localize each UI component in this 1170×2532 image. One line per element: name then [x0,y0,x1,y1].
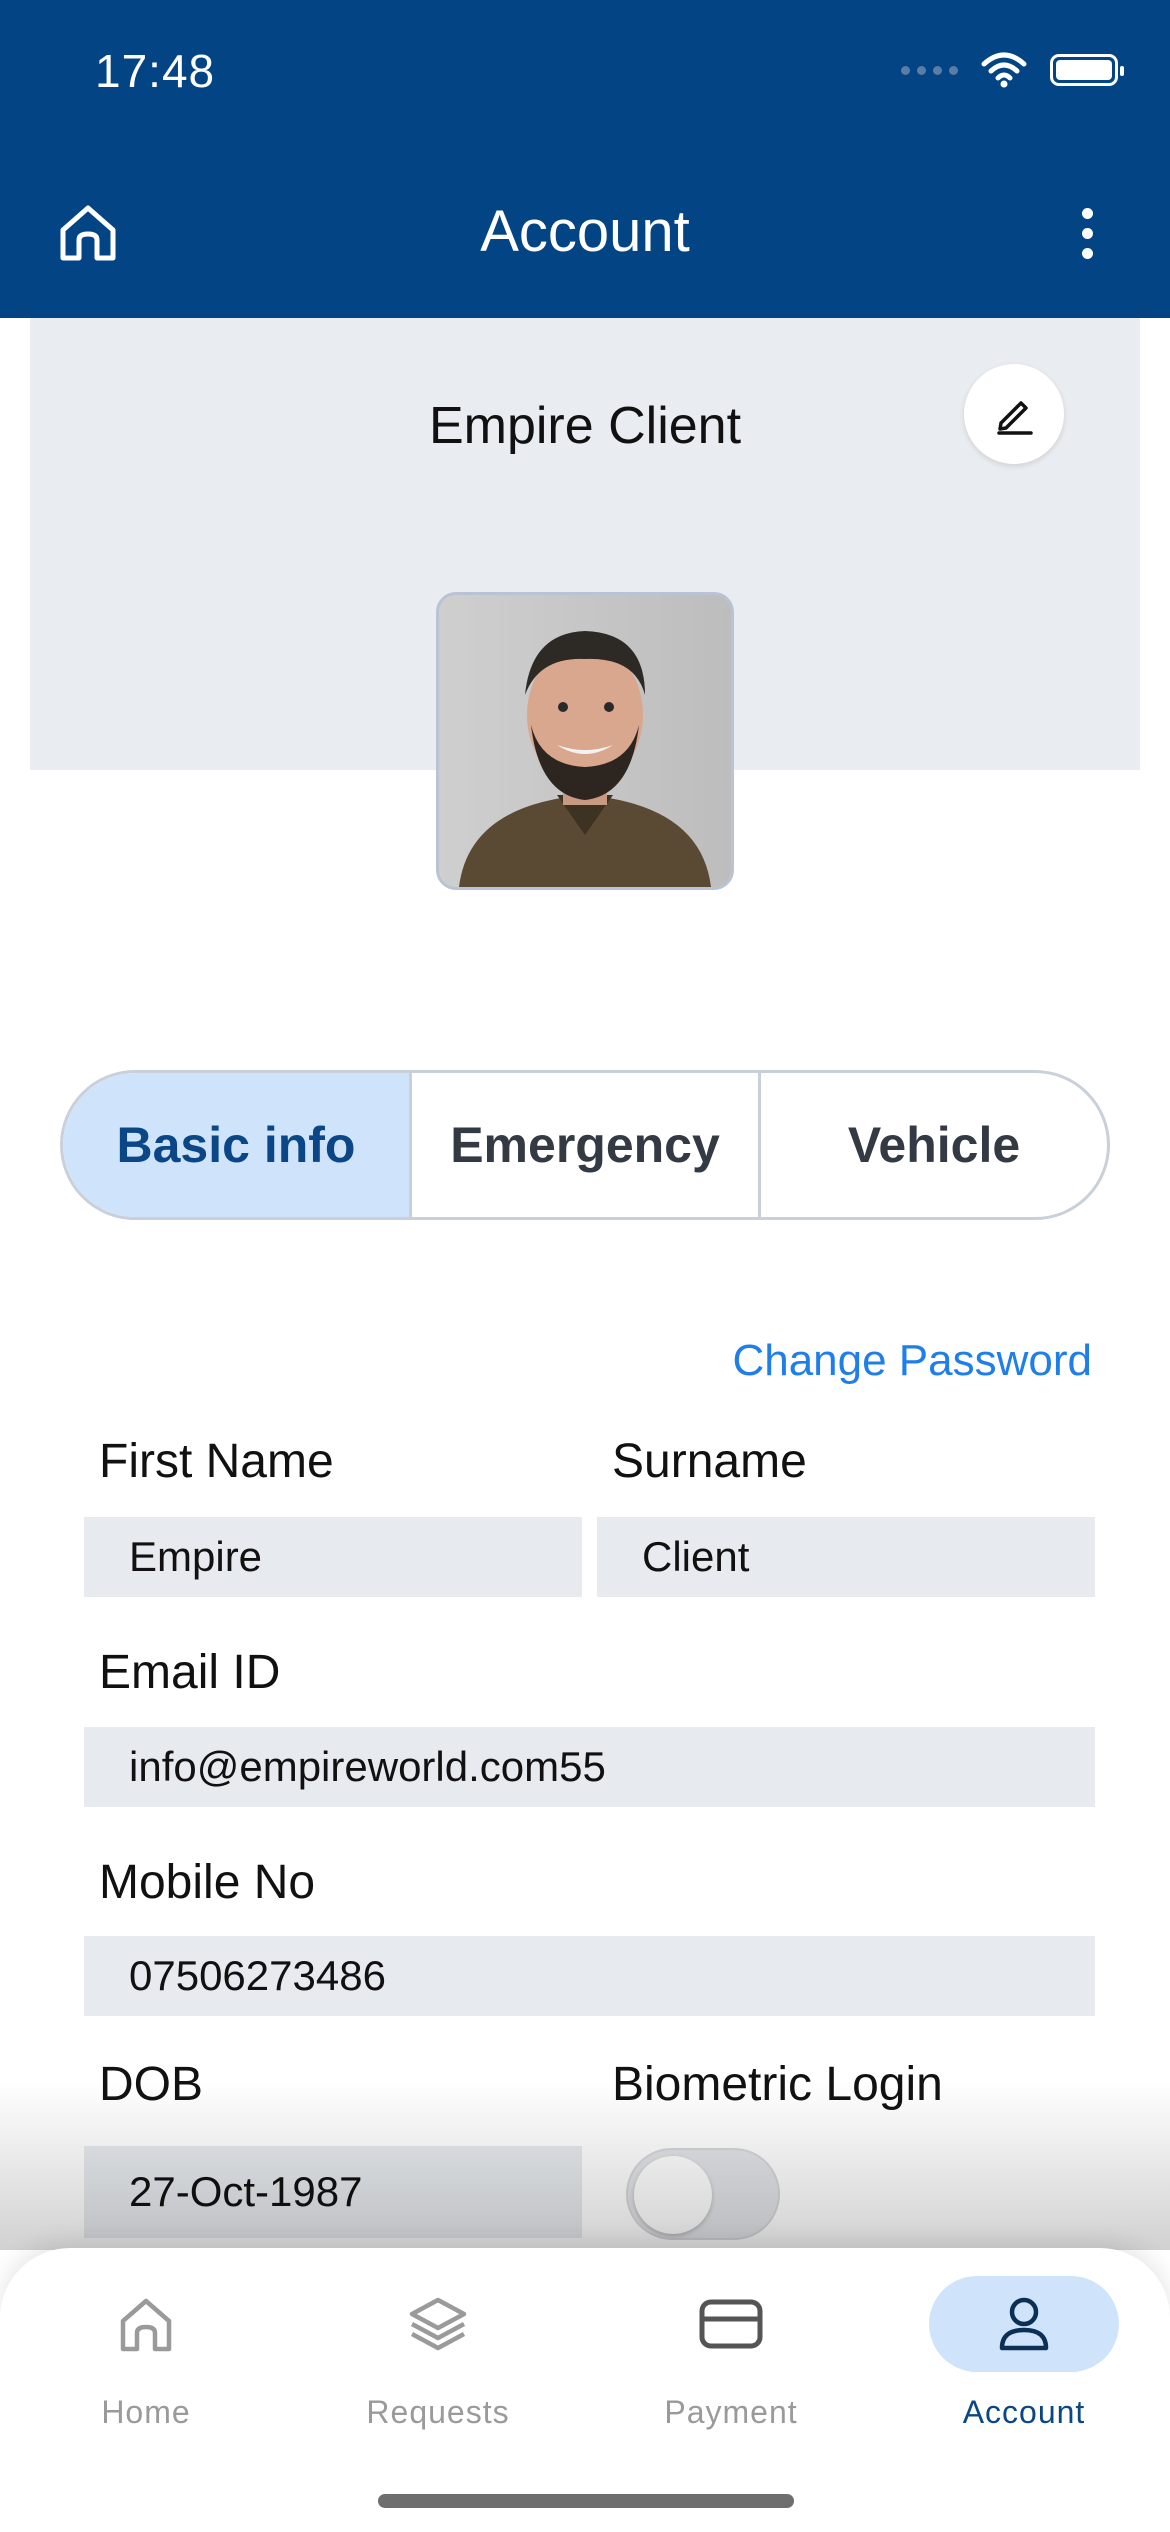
nav-account-label: Account [962,2394,1086,2430]
more-options-button[interactable] [1054,200,1120,266]
user-icon [999,2297,1049,2351]
mobile-label: Mobile No [99,1856,316,1909]
nav-payment-label: Payment [664,2394,798,2430]
layers-icon [409,2297,467,2351]
info-segmented-control: Basic info Emergency Vehicle [60,1070,1110,1220]
first-name-label: First Name [99,1435,334,1488]
tab-vehicle[interactable]: Vehicle [761,1073,1107,1217]
dob-label: DOB [99,2058,204,2111]
page-title: Account [480,199,690,264]
app-bar: Account [0,150,1170,318]
status-time: 17:48 [95,45,216,97]
more-vertical-icon [1081,207,1093,219]
battery-icon [1050,54,1124,86]
profile-photo [439,595,731,887]
dob-field[interactable]: 27-Oct-1987 [84,2146,582,2238]
surname-field[interactable]: Client [597,1517,1095,1597]
home-indicator [378,2494,794,2508]
nav-home[interactable]: Home [46,2276,246,2446]
biometric-toggle[interactable] [626,2148,780,2240]
email-label: Email ID [99,1646,281,1699]
surname-label: Surname [612,1435,807,1488]
status-icons [901,52,1124,88]
change-password-link[interactable]: Change Password [732,1336,1092,1386]
tab-emergency[interactable]: Emergency [412,1073,761,1217]
nav-requests[interactable]: Requests [338,2276,538,2446]
signal-icon [901,65,958,75]
nav-account[interactable]: Account [924,2276,1124,2446]
home-icon [120,2298,172,2352]
email-field[interactable]: info@empireworld.com55 [84,1727,1095,1807]
card-icon [699,2299,763,2349]
nav-payment[interactable]: Payment [631,2276,831,2446]
avatar[interactable] [436,592,734,890]
tab-basic-info[interactable]: Basic info [63,1073,412,1217]
first-name-field[interactable]: Empire [84,1517,582,1597]
mobile-field[interactable]: 07506273486 [84,1936,1095,2016]
nav-requests-label: Requests [366,2394,510,2430]
edit-icon [997,401,1033,435]
status-bar: 17:48 [0,0,1170,150]
wifi-icon [981,52,1027,88]
edit-profile-button[interactable] [964,364,1064,464]
biometric-label: Biometric Login [612,2058,943,2111]
toggle-knob [634,2156,712,2234]
nav-home-label: Home [101,2394,191,2430]
bottom-tab-bar: Home Requests Payment Account [0,2248,1170,2532]
